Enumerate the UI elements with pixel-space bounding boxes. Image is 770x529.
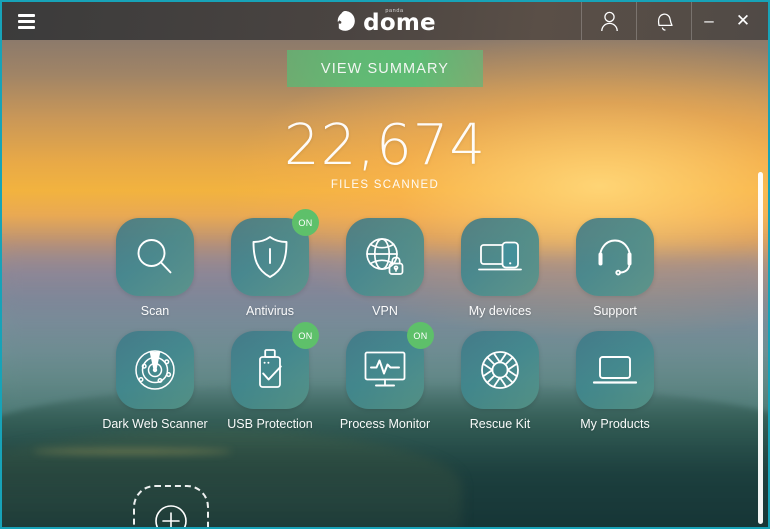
tile-cell-vpn: VPN: [342, 218, 428, 318]
status-badge: ON: [292, 209, 319, 236]
radar-icon: [131, 346, 179, 394]
tile-label: My Products: [580, 417, 650, 431]
tile-label: My devices: [468, 304, 532, 318]
tile-cell-antivirus: ON Antivirus: [227, 209, 319, 318]
status-badge: ON: [292, 322, 319, 349]
tile-label: USB Protection: [227, 417, 313, 431]
user-icon[interactable]: [582, 2, 636, 40]
tile-vpn[interactable]: [346, 218, 424, 296]
scrollbar-thumb[interactable]: [758, 172, 763, 524]
tile-label: Dark Web Scanner: [102, 417, 208, 431]
tile-my-devices[interactable]: [461, 218, 539, 296]
minimize-button[interactable]: –: [692, 2, 726, 40]
view-summary-button[interactable]: VIEW SUMMARY: [287, 50, 483, 87]
tile-scan[interactable]: [116, 218, 194, 296]
hamburger-menu-icon[interactable]: [2, 2, 50, 40]
tile-process-monitor[interactable]: ON: [346, 322, 434, 409]
headset-icon: [593, 234, 637, 280]
tile-row: Dark Web Scanner ON USB Protection ON Pr…: [2, 322, 768, 431]
magnifier-icon: [132, 234, 178, 280]
tile-cell-my-products: My Products: [572, 331, 658, 431]
tile-support[interactable]: [576, 218, 654, 296]
tile-my-products[interactable]: [576, 331, 654, 409]
tile-cell-process-monitor: ON Process Monitor: [339, 322, 434, 431]
tile-row: Scan ON Antivirus VPN My devices Support: [2, 209, 768, 318]
tile-label: Antivirus: [246, 304, 294, 318]
tile-rescue-kit[interactable]: [461, 331, 539, 409]
add-tile-button[interactable]: [133, 485, 209, 527]
logo-product-text: dome: [363, 9, 436, 36]
monitor-pulse-icon: [361, 348, 409, 392]
tile-cell-dark-web-scanner: Dark Web Scanner: [102, 331, 208, 431]
tile-label: Scan: [140, 304, 170, 318]
main-content: VIEW SUMMARY 22,674 FILES SCANNED Scan O…: [2, 40, 768, 527]
close-button[interactable]: ✕: [726, 2, 760, 40]
devices-icon: [476, 236, 524, 278]
globe-lock-icon: [361, 233, 409, 281]
tile-cell-rescue-kit: Rescue Kit: [457, 331, 543, 431]
app-window: panda dome – ✕ VIEW SUMMARY 22,674 FILES…: [0, 0, 770, 529]
status-badge: ON: [407, 322, 434, 349]
tile-cell-scan: Scan: [112, 218, 198, 318]
tile-cell-usb-protection: ON USB Protection: [227, 322, 319, 431]
shield-icon: [248, 234, 292, 280]
files-scanned-label: FILES SCANNED: [330, 179, 440, 191]
title-bar: panda dome – ✕: [2, 2, 768, 40]
tile-label: Rescue Kit: [469, 417, 531, 431]
feature-tile-grid: Scan ON Antivirus VPN My devices Support…: [2, 209, 768, 431]
tile-cell-my-devices: My devices: [457, 218, 543, 318]
tile-label: Support: [593, 304, 637, 318]
tile-label: Process Monitor: [339, 417, 431, 431]
scrollbar-track[interactable]: [756, 40, 766, 527]
tile-usb-protection[interactable]: ON: [231, 322, 319, 409]
tile-antivirus[interactable]: ON: [231, 209, 319, 296]
laptop-icon: [591, 350, 639, 390]
usb-check-icon: [251, 346, 289, 394]
logo-brand-text: panda: [385, 7, 404, 14]
tile-dark-web-scanner[interactable]: [116, 331, 194, 409]
tile-label: VPN: [372, 304, 398, 318]
plus-icon: [153, 503, 189, 527]
files-scanned-count: 22,674: [284, 113, 486, 178]
lifebuoy-icon: [477, 347, 523, 393]
panda-logo-icon: [334, 10, 356, 32]
tile-cell-support: Support: [572, 218, 658, 318]
bell-icon[interactable]: [637, 2, 691, 40]
